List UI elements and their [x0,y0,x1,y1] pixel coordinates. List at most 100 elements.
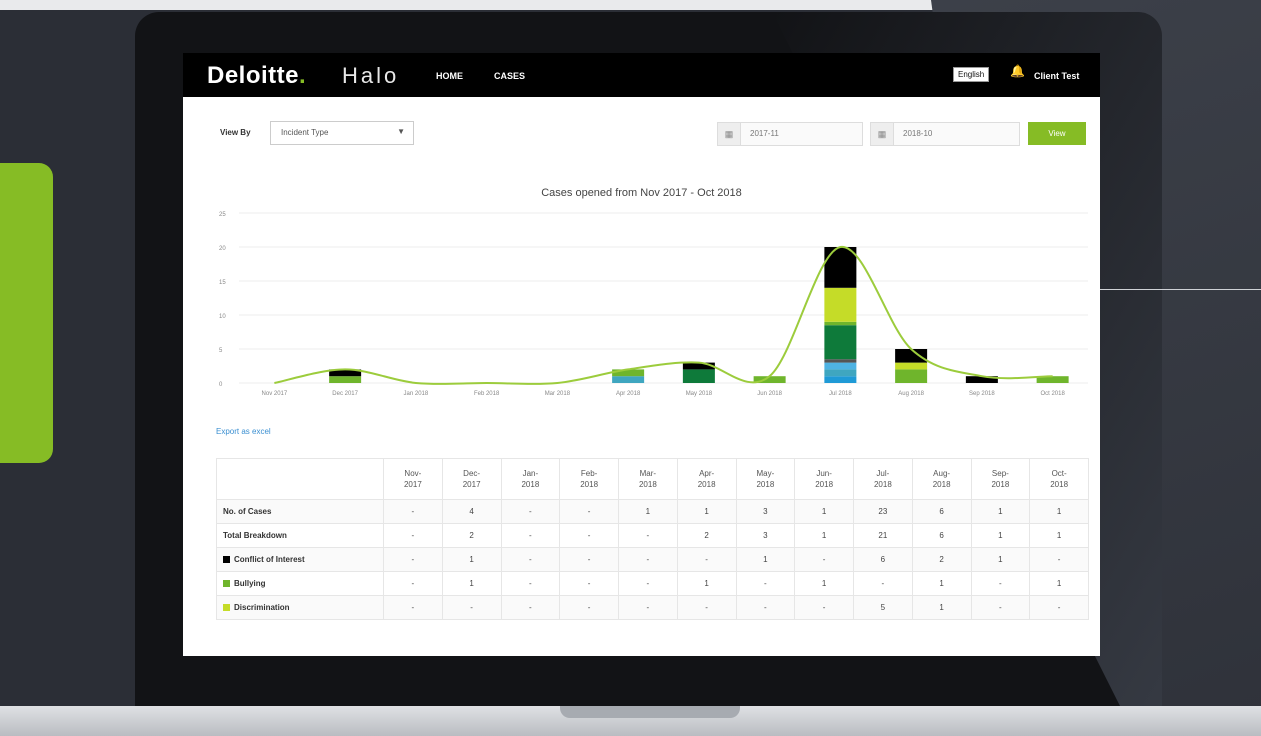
x-tick-label: Jan 2018 [404,391,429,397]
table-cell: - [970,595,1031,620]
table-cell: 23 [853,499,913,524]
table-cell: 1 [1029,499,1089,524]
bar-segment [895,349,928,363]
date-to-field[interactable]: ▦ 2018-10 [870,122,1020,146]
table-cell: 2 [911,547,972,572]
export-excel-link[interactable]: Export as excel [216,427,271,436]
column-header: Jun- 2018 [794,458,854,500]
table-cell: 5 [853,595,913,620]
table-cell: 1 [441,547,502,572]
row-label-text: No. of Cases [223,507,272,516]
y-tick-label: 15 [219,280,226,286]
table-cell: - [676,595,737,620]
row-label: Total Breakdown [216,523,384,548]
chart-title: Cases opened from Nov 2017 - Oct 2018 [541,187,742,199]
bar-segment [329,376,362,383]
table-row: Conflict of Interest -1- - - -1-6 2 1- [216,547,1089,572]
x-tick-label: Mar 2018 [545,391,571,397]
column-header: Feb- 2018 [559,458,619,500]
table-cell: - [970,571,1031,596]
table-cell: - [676,547,737,572]
table-cell: - [618,595,678,620]
table-cell: 3 [735,499,796,524]
row-label: Bullying [216,571,384,596]
x-tick-label: Jul 2018 [829,391,852,397]
table-cell: 1 [1029,523,1089,548]
table-cell: 2 [676,523,737,548]
legend-swatch [223,580,230,588]
table-cell: 4 [441,499,502,524]
table-cell: 1 [441,571,502,596]
column-header: Jan- 2018 [500,458,561,500]
bar-segment [824,325,857,360]
nav-cases[interactable]: CASES [494,71,525,81]
column-header: Dec- 2017 [441,458,502,500]
x-tick-label: Apr 2018 [616,391,641,397]
table-cell: 1 [735,547,796,572]
cases-table: Nov- 2017 Dec- 2017 Jan- 2018 Feb- 2018 Mar-… [216,458,1089,620]
table-cell: 1 [911,571,972,596]
table-cell: - [794,595,854,620]
bar-segment [824,362,857,370]
table-cell: 1 [1029,571,1089,596]
x-tick-label: Oct 2018 [1040,391,1065,397]
column-header: May- 2018 [735,458,796,500]
table-row: Discrimination - - - - - - - -5 1- - [216,595,1089,620]
table-cell: 6 [853,547,913,572]
nav-home[interactable]: HOME [436,71,463,81]
x-tick-label: Dec 2017 [332,391,358,397]
table-cell: 1 [911,595,972,620]
column-header: Apr- 2018 [676,458,737,500]
brand-logo[interactable]: Deloitte. [207,62,306,90]
date-to-value: 2018-10 [903,129,933,138]
table-cell: - [735,571,796,596]
table-cell: - [383,499,443,524]
calendar-icon[interactable]: ▦ [718,123,741,145]
column-header: Oct- 2018 [1029,458,1089,500]
row-label: No. of Cases [216,499,384,524]
bar-segment [824,321,857,326]
row-label-text: Total Breakdown [223,531,287,540]
column-header: Mar- 2018 [618,458,678,500]
bar-segment [824,376,857,383]
app-screen: Deloitte. Halo HOME CASES English 🔔 Clie… [183,53,1100,656]
view-button[interactable]: View [1028,122,1086,145]
user-menu[interactable]: Client Test [1034,71,1079,81]
column-header: Nov- 2017 [383,458,443,500]
column-header: Sep- 2018 [970,458,1031,500]
table-cell: 1 [794,571,854,596]
bar-segment [824,359,857,363]
x-tick-label: Jun 2018 [757,391,782,397]
bar-segment [824,287,857,322]
language-selector[interactable]: English [953,67,990,82]
bell-icon[interactable]: 🔔 [1010,64,1025,78]
table-cell: 1 [970,523,1031,548]
table-cell: 1 [676,499,737,524]
legend-swatch [223,604,230,612]
table-cell: - [500,571,561,596]
table-cell: - [853,571,913,596]
table-cell: - [1029,547,1089,572]
date-from-field[interactable]: ▦ 2017-11 [717,122,863,146]
table-cell: - [383,547,443,572]
table-cell: - [618,523,678,548]
x-tick-label: Nov 2017 [262,391,288,397]
table-corner [216,458,384,500]
laptop-notch [560,706,740,718]
y-tick-label: 20 [219,246,226,252]
table-cell: 21 [853,523,913,548]
table-cell: 6 [911,499,972,524]
table-cell: - [441,595,502,620]
table-cell: - [500,499,561,524]
table-cell: 1 [794,523,854,548]
table-cell: - [559,547,619,572]
y-tick-label: 25 [219,212,226,218]
product-name: Halo [342,63,400,88]
table-cell: - [383,523,443,548]
calendar-icon[interactable]: ▦ [871,123,894,145]
incident-type-select[interactable]: Incident Type ▼ [270,121,414,145]
legend-swatch [223,556,230,564]
table-cell: 1 [618,499,678,524]
y-tick-label: 5 [219,348,223,354]
logo-text: Deloitte [207,62,300,89]
